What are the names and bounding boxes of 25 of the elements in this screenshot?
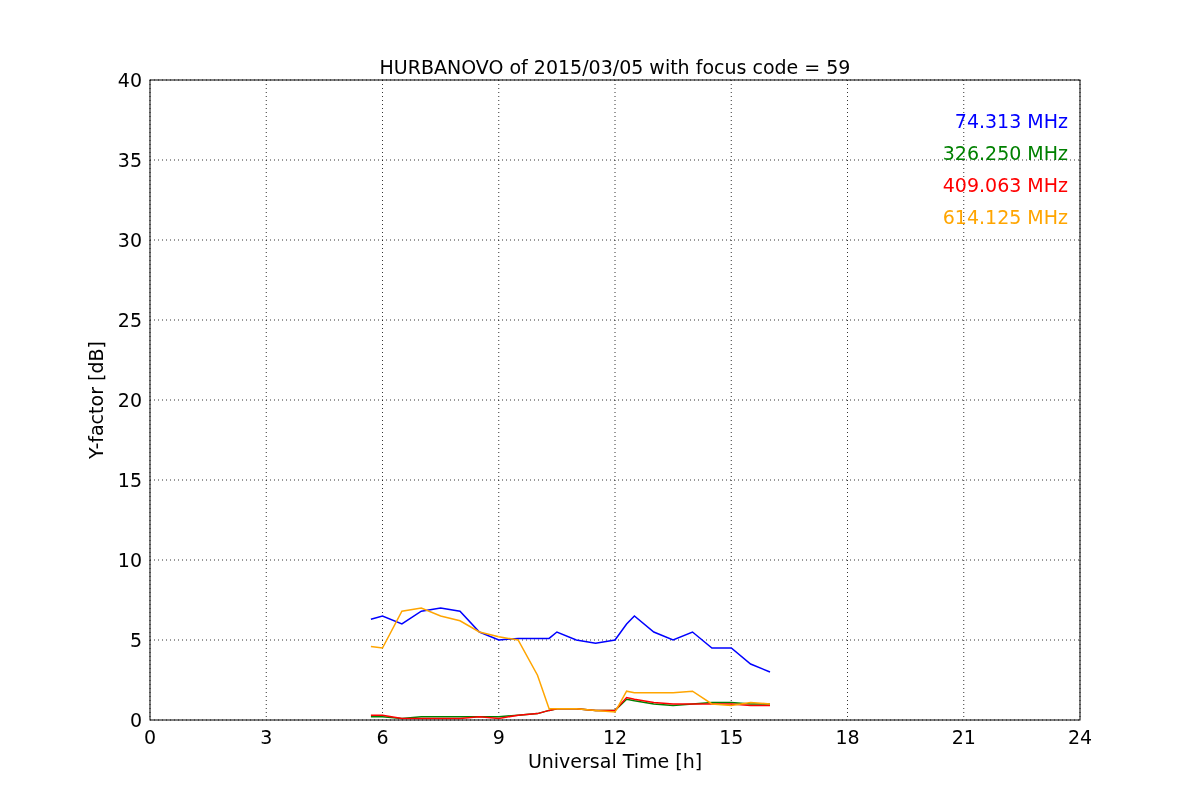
legend-label: 74.313 MHz [954, 110, 1068, 132]
tick-label: 15 [117, 469, 142, 491]
tick-label: 35 [117, 149, 142, 171]
tick-label: 30 [117, 229, 142, 251]
legend-label: 326.250 MHz [942, 142, 1068, 164]
tick-label: 3 [260, 726, 273, 748]
legend-label: 409.063 MHz [942, 174, 1068, 196]
axis-label: Universal Time [h] [527, 750, 703, 772]
tick-label: 25 [117, 309, 142, 331]
tick-label: 0 [129, 709, 142, 731]
tick-label: 5 [129, 629, 142, 651]
tick-label: 15 [719, 726, 744, 748]
tick-label: 6 [376, 726, 389, 748]
chart-title: HURBANOVO of 2015/03/05 with focus code = 59 [379, 56, 851, 78]
tick-label: 20 [117, 389, 142, 411]
tick-label: 40 [117, 69, 142, 91]
tick-label: 18 [835, 726, 860, 748]
tick-label: 9 [492, 726, 505, 748]
tick-label: 10 [117, 549, 142, 571]
tick-label: 12 [602, 726, 628, 748]
tick-label: 21 [951, 726, 976, 748]
axis-label: Y-factor [dB] [85, 341, 107, 459]
legend-label: 614.125 MHz [942, 206, 1068, 228]
tick-label: 24 [1067, 726, 1093, 748]
tick-label: 0 [143, 726, 157, 748]
